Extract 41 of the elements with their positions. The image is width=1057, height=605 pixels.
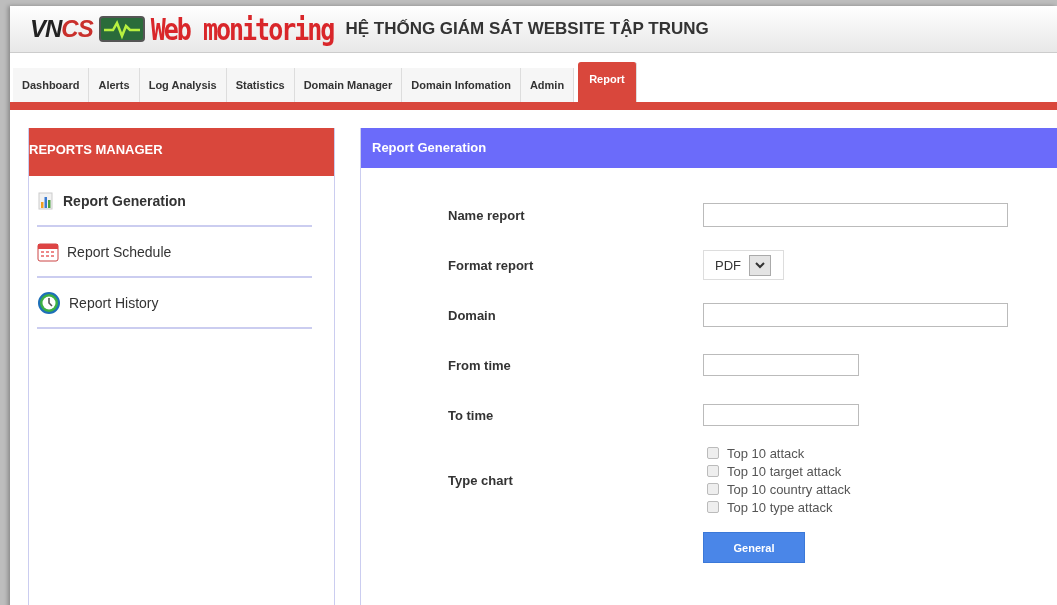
checkbox-label: Top 10 attack [727, 445, 805, 461]
calendar-icon [37, 241, 59, 262]
input-field[interactable] [703, 354, 859, 376]
input-field[interactable] [703, 303, 1008, 327]
checkbox[interactable] [707, 501, 719, 513]
nav-tab[interactable]: Report [578, 62, 637, 102]
checkbox[interactable] [707, 483, 719, 495]
app-title: Web monitoring [150, 11, 334, 47]
field-label: Domain [448, 307, 497, 323]
app-subtitle: HỆ THỐNG GIÁM SÁT WEBSITE TẬP TRUNG [345, 19, 709, 39]
checkbox-label: Top 10 target attack [727, 463, 842, 479]
nav-tab[interactable]: Statistics [226, 68, 295, 102]
chart-icon [37, 191, 55, 210]
caret-icon [749, 254, 771, 276]
field-label: Format report [448, 257, 535, 273]
checkbox-label: Top 10 type attack [727, 499, 833, 515]
checkbox[interactable] [707, 465, 719, 477]
input-field[interactable] [703, 404, 859, 426]
field-label: Type chart [448, 472, 514, 488]
general-button[interactable]: General [703, 532, 805, 563]
input-field[interactable] [703, 203, 1008, 227]
nav-tab[interactable]: Log Analysis [139, 68, 227, 102]
field-label: From time [448, 357, 512, 373]
panel-title: Report Generation [361, 128, 1057, 168]
nav-tab[interactable]: Domain Infomation [402, 68, 521, 102]
sidebar-item[interactable]: Report Schedule [37, 227, 312, 278]
panel-title: REPORTS MANAGER [29, 128, 334, 176]
nav-tab[interactable]: Alerts [89, 68, 140, 102]
clock-icon [37, 291, 61, 314]
field-label: To time [448, 407, 495, 423]
sidebar-item[interactable]: Report History [37, 278, 312, 329]
checkbox-label: Top 10 country attack [727, 481, 851, 497]
checkbox[interactable] [707, 447, 719, 459]
logo: VNCS [30, 15, 93, 43]
field-label: Name report [448, 207, 526, 223]
nav-tab[interactable]: Domain Manager [294, 68, 403, 102]
sidebar-item[interactable]: Report Generation [37, 176, 312, 227]
monitor-icon [98, 16, 145, 42]
nav-tab[interactable]: Admin [520, 68, 575, 102]
format-dropdown[interactable]: PDF [703, 250, 784, 280]
nav-tab[interactable]: Dashboard [13, 68, 90, 102]
